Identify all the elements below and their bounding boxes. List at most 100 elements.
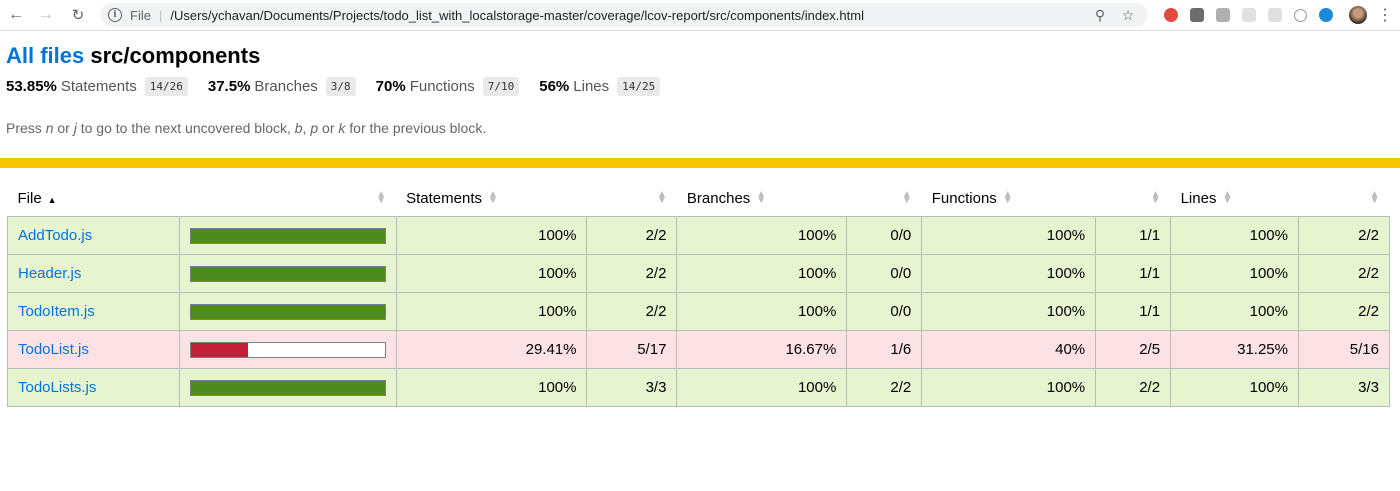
functions-pct: 100%	[921, 216, 1097, 255]
reload-icon[interactable]: ↻	[68, 5, 88, 25]
statements-frac: 2/2	[586, 292, 678, 331]
col-functions-raw[interactable]: ▲ ▼	[1096, 180, 1171, 217]
coverage-table: File ▲ ▲ ▼ Statements ▲ ▼ ▲ ▼ Branches ▲ ▼ ▲ ▼ F…	[7, 180, 1391, 407]
coverage-bar-cell	[178, 330, 397, 369]
summary-fraction: 14/25	[617, 77, 661, 96]
statements-pct: 100%	[395, 254, 588, 293]
extension-circle-icon[interactable]	[1294, 8, 1307, 22]
coverage-summary: 53.85% Statements 14/26 37.5% Branches 3…	[6, 77, 1394, 96]
functions-pct: 40%	[921, 330, 1097, 369]
statements-frac: 5/17	[586, 330, 678, 369]
extension-cat-icon[interactable]	[1268, 8, 1282, 22]
branches-pct: 100%	[676, 216, 848, 255]
file-link[interactable]: TodoLists.js	[18, 379, 96, 396]
col-file[interactable]: File ▲	[8, 180, 180, 217]
branches-pct: 16.67%	[676, 330, 848, 369]
back-arrow-icon[interactable]: ←	[6, 5, 26, 25]
summary-label: Statements	[60, 78, 137, 95]
help-text: or	[53, 120, 74, 136]
coverage-bar-cell	[178, 368, 397, 407]
coverage-bar-cell	[178, 254, 397, 293]
sort-icon: ▲ ▼	[657, 189, 667, 206]
coverage-bar	[189, 265, 386, 282]
coverage-bar-fill	[190, 304, 385, 319]
col-lines[interactable]: Lines ▲ ▼	[1171, 180, 1299, 217]
statements-pct: 100%	[395, 216, 588, 255]
statements-frac: 2/2	[586, 216, 678, 255]
file-link[interactable]: AddTodo.js	[18, 227, 92, 244]
col-coverage-bar[interactable]: ▲ ▼	[179, 180, 396, 217]
extension-blue-icon[interactable]	[1319, 8, 1333, 22]
url-text[interactable]: /Users/ychavan/Documents/Projects/todo_l…	[170, 8, 1092, 23]
extension-gray-icon[interactable]	[1216, 8, 1230, 22]
bookmark-star-icon[interactable]: ☆	[1120, 7, 1136, 24]
file-link[interactable]: Header.js	[18, 265, 81, 282]
extension-dark-icon[interactable]	[1190, 8, 1204, 22]
info-icon[interactable]: i	[108, 8, 122, 22]
page-content: All files src/components 53.85% Statemen…	[0, 43, 1400, 136]
file-link[interactable]: TodoList.js	[18, 341, 89, 358]
coverage-bar	[189, 341, 386, 358]
coverage-status-bar	[0, 158, 1400, 168]
col-functions[interactable]: Functions ▲ ▼	[922, 180, 1096, 217]
file-cell: TodoItem.js	[7, 292, 180, 331]
sort-icon: ▲ ▼	[1369, 189, 1380, 206]
menu-dots-icon[interactable]: ⋮	[1377, 5, 1393, 25]
col-statements[interactable]: Statements ▲ ▼	[396, 180, 587, 217]
extension-icons	[1158, 8, 1339, 22]
summary-pct: 56%	[539, 78, 570, 95]
help-text: Press	[6, 120, 46, 136]
coverage-bar-fill	[190, 266, 385, 281]
summary-label: Functions	[409, 78, 475, 95]
address-bar[interactable]: i File | /Users/ychavan/Documents/Projec…	[100, 3, 1148, 27]
sort-icon: ▲ ▼	[1002, 189, 1013, 206]
sort-ascending-icon: ▲	[47, 194, 57, 205]
summary-functions: 70% Functions 7/10	[376, 77, 520, 96]
keyboard-help-text: Press n or j to go to the next uncovered…	[6, 120, 1394, 136]
functions-frac: 2/2	[1095, 368, 1172, 407]
statements-frac: 3/3	[586, 368, 678, 407]
coverage-bar	[189, 227, 386, 244]
col-statements-raw[interactable]: ▲ ▼	[587, 180, 677, 217]
extension-red-icon[interactable]	[1164, 8, 1178, 22]
zoom-icon[interactable]: ⚲	[1092, 7, 1108, 24]
table-row: TodoLists.js 100% 3/3 100% 2/2 100% 2/2 100% 3/3	[7, 368, 1391, 407]
lines-pct: 100%	[1170, 368, 1299, 407]
sort-icon: ▲ ▼	[756, 189, 767, 206]
file-link[interactable]: TodoItem.js	[18, 303, 95, 320]
browser-toolbar: ← → ↻ i File | /Users/ychavan/Documents/…	[0, 0, 1400, 31]
branches-frac: 2/2	[846, 368, 923, 407]
help-key: b	[294, 120, 303, 136]
col-file-label: File	[17, 189, 42, 207]
col-branches-raw[interactable]: ▲ ▼	[847, 180, 922, 217]
help-text: to go to the next uncovered block,	[76, 120, 295, 136]
forward-arrow-icon[interactable]: →	[36, 5, 56, 25]
all-files-link[interactable]: All files	[6, 43, 84, 68]
col-lines-label: Lines	[1180, 189, 1217, 207]
summary-fraction: 14/26	[144, 77, 188, 96]
col-lines-raw[interactable]: ▲ ▼	[1298, 180, 1389, 217]
extension-light-icon[interactable]	[1242, 8, 1256, 22]
summary-lines: 56% Lines 14/25	[539, 77, 661, 96]
coverage-bar-fill	[190, 380, 385, 395]
branches-frac: 0/0	[846, 254, 923, 293]
sort-icon: ▲ ▼	[901, 189, 912, 206]
profile-avatar[interactable]	[1349, 6, 1367, 24]
help-key: p	[310, 120, 319, 136]
address-separator: |	[158, 7, 163, 23]
lines-pct: 31.25%	[1170, 330, 1299, 369]
file-scheme-label: File	[130, 7, 151, 23]
col-branches[interactable]: Branches ▲ ▼	[677, 180, 847, 217]
branches-frac: 0/0	[846, 216, 923, 255]
coverage-bar	[189, 303, 386, 320]
branches-pct: 100%	[676, 292, 848, 331]
branches-pct: 100%	[676, 254, 848, 293]
file-cell: TodoLists.js	[7, 368, 180, 407]
summary-label: Branches	[254, 78, 318, 95]
summary-pct: 37.5%	[207, 78, 251, 95]
summary-fraction: 3/8	[325, 77, 356, 96]
branches-pct: 100%	[676, 368, 848, 407]
functions-frac: 1/1	[1095, 254, 1172, 293]
col-statements-label: Statements	[406, 189, 482, 207]
table-row: TodoItem.js 100% 2/2 100% 0/0 100% 1/1 100% 2/2	[7, 292, 1391, 331]
